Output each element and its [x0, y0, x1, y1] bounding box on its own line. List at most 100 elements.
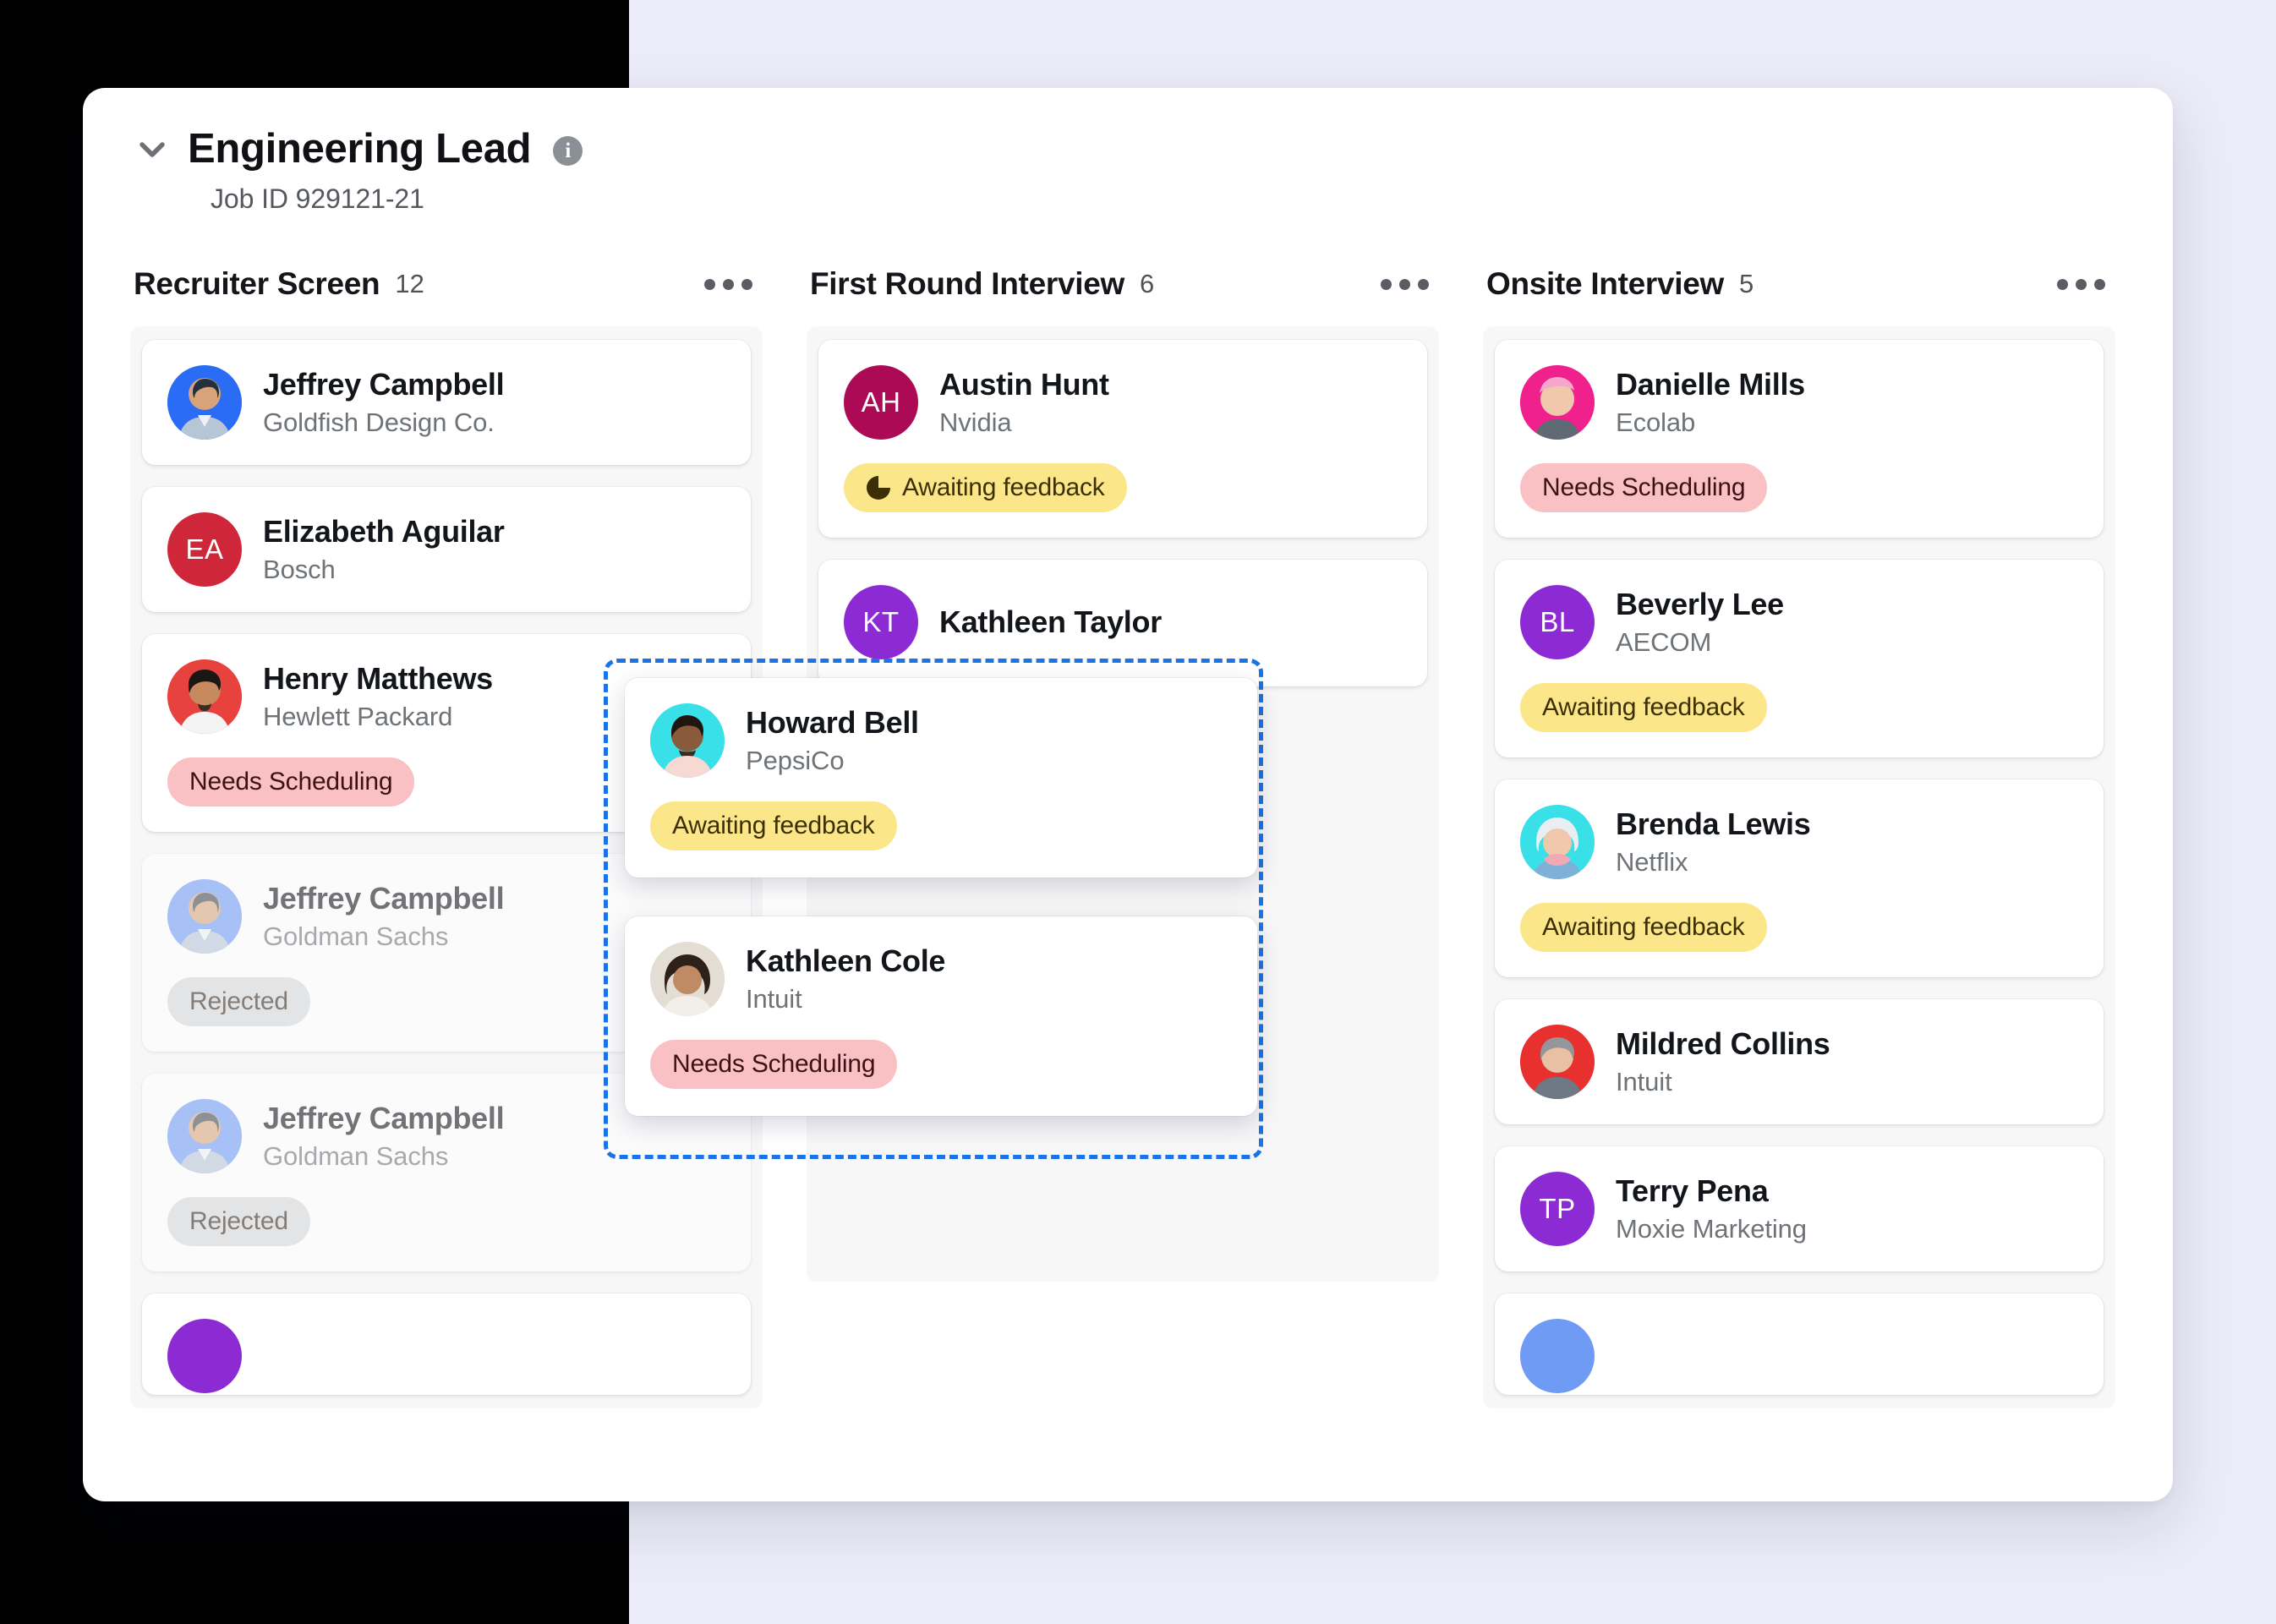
status-badge-label: Needs Scheduling	[672, 1050, 875, 1079]
candidate-name: Terry Pena	[1616, 1173, 1807, 1209]
avatar	[1520, 365, 1595, 440]
card-header: Jeffrey Campbell Goldfish Design Co.	[167, 365, 724, 440]
card-header: Danielle Mills Ecolab	[1520, 365, 2076, 440]
ellipsis-icon[interactable]	[2052, 272, 2110, 297]
candidate-name: Beverly Lee	[1616, 587, 1784, 622]
card-header: Brenda Lewis Netflix	[1520, 805, 2076, 879]
candidate-company: Intuit	[1616, 1067, 1830, 1097]
column-count: 5	[1739, 269, 1754, 299]
card-header: Howard Bell PepsiCo	[650, 703, 1230, 778]
card-header	[1520, 1319, 2076, 1393]
candidate-company: AECOM	[1616, 627, 1784, 658]
candidate-company: Nvidia	[939, 407, 1109, 438]
job-title-row: Engineering Lead i	[135, 128, 2173, 170]
candidate-card[interactable]: EA Elizabeth Aguilar Bosch	[142, 487, 751, 612]
chevron-down-icon[interactable]	[135, 133, 169, 167]
candidate-company: PepsiCo	[746, 746, 919, 776]
candidate-identity: Danielle Mills Ecolab	[1616, 367, 1805, 438]
column-title: First Round Interview	[810, 266, 1124, 302]
avatar	[1520, 1025, 1595, 1099]
dragged-candidate-card[interactable]: Howard Bell PepsiCo Awaiting feedback	[625, 678, 1257, 878]
drag-selection-outline[interactable]: Howard Bell PepsiCo Awaiting feedback Ka…	[604, 659, 1263, 1159]
column-header: Onsite Interview 5	[1483, 260, 2115, 308]
job-id-label: Job ID 929121-21	[211, 183, 2173, 215]
status-badge: Needs Scheduling	[167, 757, 414, 807]
candidate-company: Ecolab	[1616, 407, 1805, 438]
candidate-name: Howard Bell	[746, 705, 919, 741]
avatar: AH	[844, 365, 918, 440]
avatar-initials: KT	[862, 606, 899, 638]
candidate-card-partial[interactable]	[1495, 1293, 2104, 1395]
ellipsis-icon[interactable]	[699, 272, 758, 297]
card-header	[167, 1319, 724, 1393]
candidate-identity: Howard Bell PepsiCo	[746, 705, 919, 776]
candidate-identity: Brenda Lewis Netflix	[1616, 807, 1810, 878]
status-badge: Awaiting feedback	[1520, 683, 1767, 732]
status-badge: Awaiting feedback	[844, 463, 1127, 512]
candidate-card[interactable]: BL Beverly Lee AECOM Awaiting feedback	[1495, 560, 2104, 757]
candidate-identity: Terry Pena Moxie Marketing	[1616, 1173, 1807, 1244]
status-badge-label: Awaiting feedback	[1542, 693, 1745, 722]
candidate-card[interactable]: Danielle Mills Ecolab Needs Scheduling	[1495, 340, 2104, 538]
avatar: KT	[844, 585, 918, 659]
clock-icon	[866, 475, 891, 500]
candidate-company: Intuit	[746, 984, 945, 1014]
candidate-identity: Elizabeth Aguilar Bosch	[263, 514, 505, 585]
avatar	[167, 1319, 242, 1393]
card-header: AH Austin Hunt Nvidia	[844, 365, 1400, 440]
candidate-name: Kathleen Taylor	[939, 604, 1162, 640]
candidate-company: Goldman Sachs	[263, 921, 504, 952]
candidate-card[interactable]: TP Terry Pena Moxie Marketing	[1495, 1146, 2104, 1271]
candidate-card[interactable]: Mildred Collins Intuit	[1495, 999, 2104, 1124]
status-badge: Rejected	[167, 1197, 310, 1246]
status-badge: Awaiting feedback	[650, 801, 897, 850]
candidate-name: Brenda Lewis	[1616, 807, 1810, 842]
avatar	[650, 942, 725, 1016]
column-onsite-interview: Onsite Interview 5 Danielle Mills Ecolab	[1483, 260, 2115, 1408]
status-badge-label: Awaiting feedback	[1542, 913, 1745, 942]
candidate-company: Hewlett Packard	[263, 702, 493, 732]
candidate-identity: Kathleen Taylor	[939, 604, 1162, 640]
info-icon[interactable]: i	[553, 136, 583, 166]
candidate-company: Netflix	[1616, 847, 1810, 878]
candidate-name: Jeffrey Campbell	[263, 881, 504, 916]
column-title: Recruiter Screen	[134, 266, 380, 302]
column-title: Onsite Interview	[1486, 266, 1724, 302]
avatar: EA	[167, 512, 242, 587]
candidate-card[interactable]: AH Austin Hunt Nvidia Awaiting feedb	[818, 340, 1427, 538]
avatar	[167, 879, 242, 954]
avatar	[1520, 805, 1595, 879]
card-header: EA Elizabeth Aguilar Bosch	[167, 512, 724, 587]
avatar: TP	[1520, 1172, 1595, 1246]
avatar	[167, 659, 242, 734]
ellipsis-icon[interactable]	[1376, 272, 1434, 297]
candidate-name: Jeffrey Campbell	[263, 367, 504, 402]
column-lane[interactable]: Danielle Mills Ecolab Needs Scheduling B…	[1483, 326, 2115, 1408]
avatar	[650, 703, 725, 778]
card-header: KT Kathleen Taylor	[844, 585, 1400, 659]
candidate-identity: Kathleen Cole Intuit	[746, 943, 945, 1014]
candidate-card[interactable]: Jeffrey Campbell Goldfish Design Co.	[142, 340, 751, 465]
column-header: Recruiter Screen 12	[130, 260, 763, 308]
candidate-name: Kathleen Cole	[746, 943, 945, 979]
avatar-initials: BL	[1540, 606, 1574, 638]
board-header: Engineering Lead i Job ID 929121-21	[83, 88, 2173, 215]
candidate-company: Moxie Marketing	[1616, 1214, 1807, 1244]
candidate-company: Bosch	[263, 555, 505, 585]
status-badge-label: Rejected	[189, 987, 288, 1016]
status-badge: Rejected	[167, 977, 310, 1026]
candidate-card[interactable]: Brenda Lewis Netflix Awaiting feedback	[1495, 779, 2104, 977]
screenshot-stage: Engineering Lead i Job ID 929121-21 Recr…	[0, 0, 2276, 1624]
candidate-identity: Beverly Lee AECOM	[1616, 587, 1784, 658]
dragged-candidate-card[interactable]: Kathleen Cole Intuit Needs Scheduling	[625, 916, 1257, 1116]
candidate-card-partial[interactable]	[142, 1293, 751, 1395]
candidate-name: Danielle Mills	[1616, 367, 1805, 402]
candidate-name: Elizabeth Aguilar	[263, 514, 505, 550]
candidate-identity: Jeffrey Campbell Goldman Sachs	[263, 1101, 504, 1172]
avatar-initials: AH	[862, 386, 901, 418]
status-badge-label: Needs Scheduling	[189, 768, 392, 796]
status-badge-label: Awaiting feedback	[672, 812, 875, 840]
candidate-name: Jeffrey Campbell	[263, 1101, 504, 1136]
card-header: Mildred Collins Intuit	[1520, 1025, 2076, 1099]
candidate-identity: Jeffrey Campbell Goldfish Design Co.	[263, 367, 504, 438]
